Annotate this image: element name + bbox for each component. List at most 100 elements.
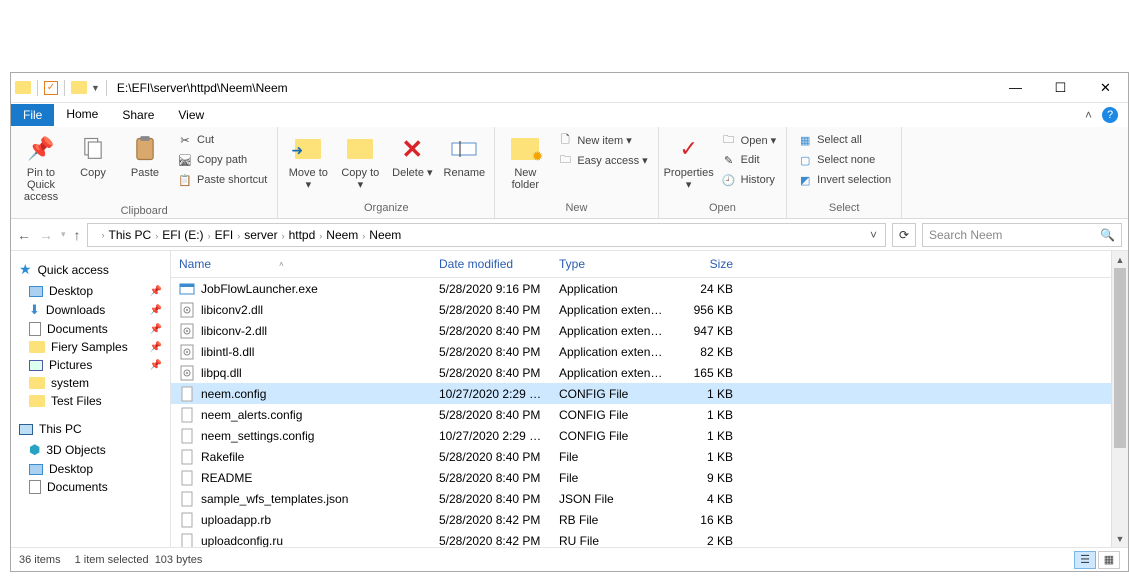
search-box[interactable]: Search Neem 🔍 <box>922 223 1122 247</box>
select-none-icon: ▢ <box>797 152 813 168</box>
file-row[interactable]: neem.config10/27/2020 2:29 PMCONFIG File… <box>171 383 1111 404</box>
col-header-size[interactable]: Size <box>671 255 741 273</box>
delete-button[interactable]: ✕Delete ▾ <box>388 131 436 181</box>
file-row[interactable]: neem_settings.config10/27/2020 2:29 PMCO… <box>171 425 1111 446</box>
breadcrumb-part[interactable]: Neem <box>326 228 358 242</box>
select-none-button[interactable]: ▢Select none <box>793 151 895 169</box>
ribbon-collapse-icon[interactable]: ˄ <box>1085 108 1092 122</box>
open-button[interactable]: 🗀Open ▾ <box>717 131 781 149</box>
new-item-button[interactable]: 🗋New item ▾ <box>553 131 651 149</box>
navpane-item[interactable]: Documents📌 <box>11 320 170 338</box>
cut-button[interactable]: ✂Cut <box>173 131 271 149</box>
scroll-down-icon[interactable]: ▼ <box>1112 530 1128 547</box>
breadcrumb-sep[interactable]: › <box>282 231 285 241</box>
col-header-name[interactable]: Name˄ <box>171 255 431 273</box>
up-button[interactable]: ↑ <box>74 227 81 243</box>
file-row[interactable]: neem_alerts.config5/28/2020 8:40 PMCONFI… <box>171 404 1111 425</box>
navpane-item[interactable]: Fiery Samples📌 <box>11 338 170 356</box>
rename-button[interactable]: Rename <box>440 131 488 181</box>
navpane-item[interactable]: Desktop📌 <box>11 282 170 300</box>
col-header-type[interactable]: Type <box>551 255 671 273</box>
rename-icon <box>448 133 480 165</box>
paste-button[interactable]: Paste <box>121 131 169 181</box>
file-row[interactable]: uploadapp.rb5/28/2020 8:42 PMRB File16 K… <box>171 509 1111 530</box>
breadcrumb-part[interactable]: This PC <box>109 228 152 242</box>
new-folder-button[interactable]: ✹New folder <box>501 131 549 193</box>
invert-selection-button[interactable]: ◩Invert selection <box>793 171 895 189</box>
breadcrumb-sep[interactable]: › <box>208 231 211 241</box>
forward-button[interactable]: → <box>39 227 53 243</box>
paste-shortcut-button[interactable]: 📋Paste shortcut <box>173 171 271 189</box>
scroll-up-icon[interactable]: ▲ <box>1112 251 1128 268</box>
breadcrumb-sep[interactable]: › <box>102 230 105 240</box>
navigation-pane[interactable]: ★Quick access Desktop📌⬇Downloads📌Documen… <box>11 251 171 547</box>
copy-to-button[interactable]: Copy to ▾ <box>336 131 384 193</box>
breadcrumb-part[interactable]: server <box>244 228 277 242</box>
file-row[interactable]: JobFlowLauncher.exe5/28/2020 9:16 PMAppl… <box>171 278 1111 299</box>
scroll-thumb[interactable] <box>1114 268 1126 448</box>
downloads-icon: ⬇ <box>29 302 40 318</box>
navpane-item[interactable]: Test Files <box>11 392 170 410</box>
breadcrumb-part[interactable]: Neem <box>369 228 401 242</box>
breadcrumb-sep[interactable]: › <box>155 231 158 241</box>
file-list[interactable]: JobFlowLauncher.exe5/28/2020 9:16 PMAppl… <box>171 278 1111 547</box>
breadcrumb-sep[interactable]: › <box>319 231 322 241</box>
close-button[interactable]: ✕ <box>1083 73 1128 103</box>
easy-access-button[interactable]: 🗀Easy access ▾ <box>553 151 651 169</box>
breadcrumb[interactable]: › This PC›EFI (E:)›EFI›server›httpd›Neem… <box>87 223 886 247</box>
move-to-button[interactable]: ➜Move to ▾ <box>284 131 332 193</box>
history-button[interactable]: 🕘History <box>717 171 781 189</box>
label: Rename <box>444 167 486 179</box>
back-button[interactable]: ← <box>17 227 31 243</box>
qat-properties-icon[interactable]: ✓ <box>44 81 58 95</box>
file-row[interactable]: libpq.dll5/28/2020 8:40 PMApplication ex… <box>171 362 1111 383</box>
file-row[interactable]: libiconv-2.dll5/28/2020 8:40 PMApplicati… <box>171 320 1111 341</box>
breadcrumb-part[interactable]: EFI (E:) <box>162 228 203 242</box>
navpane-item[interactable]: Documents <box>11 478 170 496</box>
qat-dropdown-icon[interactable]: ▼ <box>91 83 100 93</box>
pin-quick-access-button[interactable]: 📌 Pin to Quick access <box>17 131 65 205</box>
maximize-button[interactable]: ☐ <box>1038 73 1083 103</box>
minimize-button[interactable]: ― <box>993 73 1038 103</box>
tab-file[interactable]: File <box>11 104 54 126</box>
file-row[interactable]: sample_wfs_templates.json5/28/2020 8:40 … <box>171 488 1111 509</box>
breadcrumb-sep[interactable]: › <box>237 231 240 241</box>
file-row[interactable]: Rakefile5/28/2020 8:40 PMFile1 KB <box>171 446 1111 467</box>
recent-dropdown-icon[interactable]: ▾ <box>61 229 66 240</box>
help-icon[interactable]: ? <box>1102 107 1118 123</box>
file-row[interactable]: libiconv2.dll5/28/2020 8:40 PMApplicatio… <box>171 299 1111 320</box>
navpane-item[interactable]: Desktop <box>11 460 170 478</box>
breadcrumb-sep[interactable]: › <box>362 231 365 241</box>
copy-button[interactable]: Copy <box>69 131 117 181</box>
col-header-date[interactable]: Date modified <box>431 255 551 273</box>
label: New folder <box>503 167 547 191</box>
breadcrumb-dropdown-icon[interactable]: ˅ <box>866 228 881 242</box>
navpane-item[interactable]: ⬇Downloads📌 <box>11 300 170 320</box>
scroll-track[interactable] <box>1112 268 1128 530</box>
cell-type: Application extens... <box>551 345 671 359</box>
tab-share[interactable]: Share <box>110 104 166 126</box>
tab-home[interactable]: Home <box>54 103 110 127</box>
details-view-button[interactable]: ☰ <box>1074 551 1096 569</box>
file-row[interactable]: README5/28/2020 8:40 PMFile9 KB <box>171 467 1111 488</box>
file-row[interactable]: libintl-8.dll5/28/2020 8:40 PMApplicatio… <box>171 341 1111 362</box>
navpane-item[interactable]: system <box>11 374 170 392</box>
file-icon <box>179 428 195 444</box>
select-all-button[interactable]: ▦Select all <box>793 131 895 149</box>
file-row[interactable]: uploadconfig.ru5/28/2020 8:42 PMRU File2… <box>171 530 1111 547</box>
new-folder-icon: ✹ <box>509 133 541 165</box>
properties-button[interactable]: ✓Properties ▾ <box>665 131 713 193</box>
breadcrumb-part[interactable]: EFI <box>215 228 234 242</box>
vertical-scrollbar[interactable]: ▲ ▼ <box>1111 251 1128 547</box>
breadcrumb-part[interactable]: httpd <box>289 228 316 242</box>
navpane-item[interactable]: ⬢3D Objects <box>11 440 170 460</box>
separator <box>37 80 38 96</box>
navpane-quick-access[interactable]: ★Quick access <box>11 257 170 282</box>
navpane-item[interactable]: Pictures📌 <box>11 356 170 374</box>
edit-button[interactable]: ✎Edit <box>717 151 781 169</box>
refresh-button[interactable]: ⟳ <box>892 223 916 247</box>
thumbnails-view-button[interactable]: ▦ <box>1098 551 1120 569</box>
tab-view[interactable]: View <box>166 104 216 126</box>
navpane-this-pc[interactable]: This PC <box>11 418 170 440</box>
copy-path-button[interactable]: 🛤Copy path <box>173 151 271 169</box>
